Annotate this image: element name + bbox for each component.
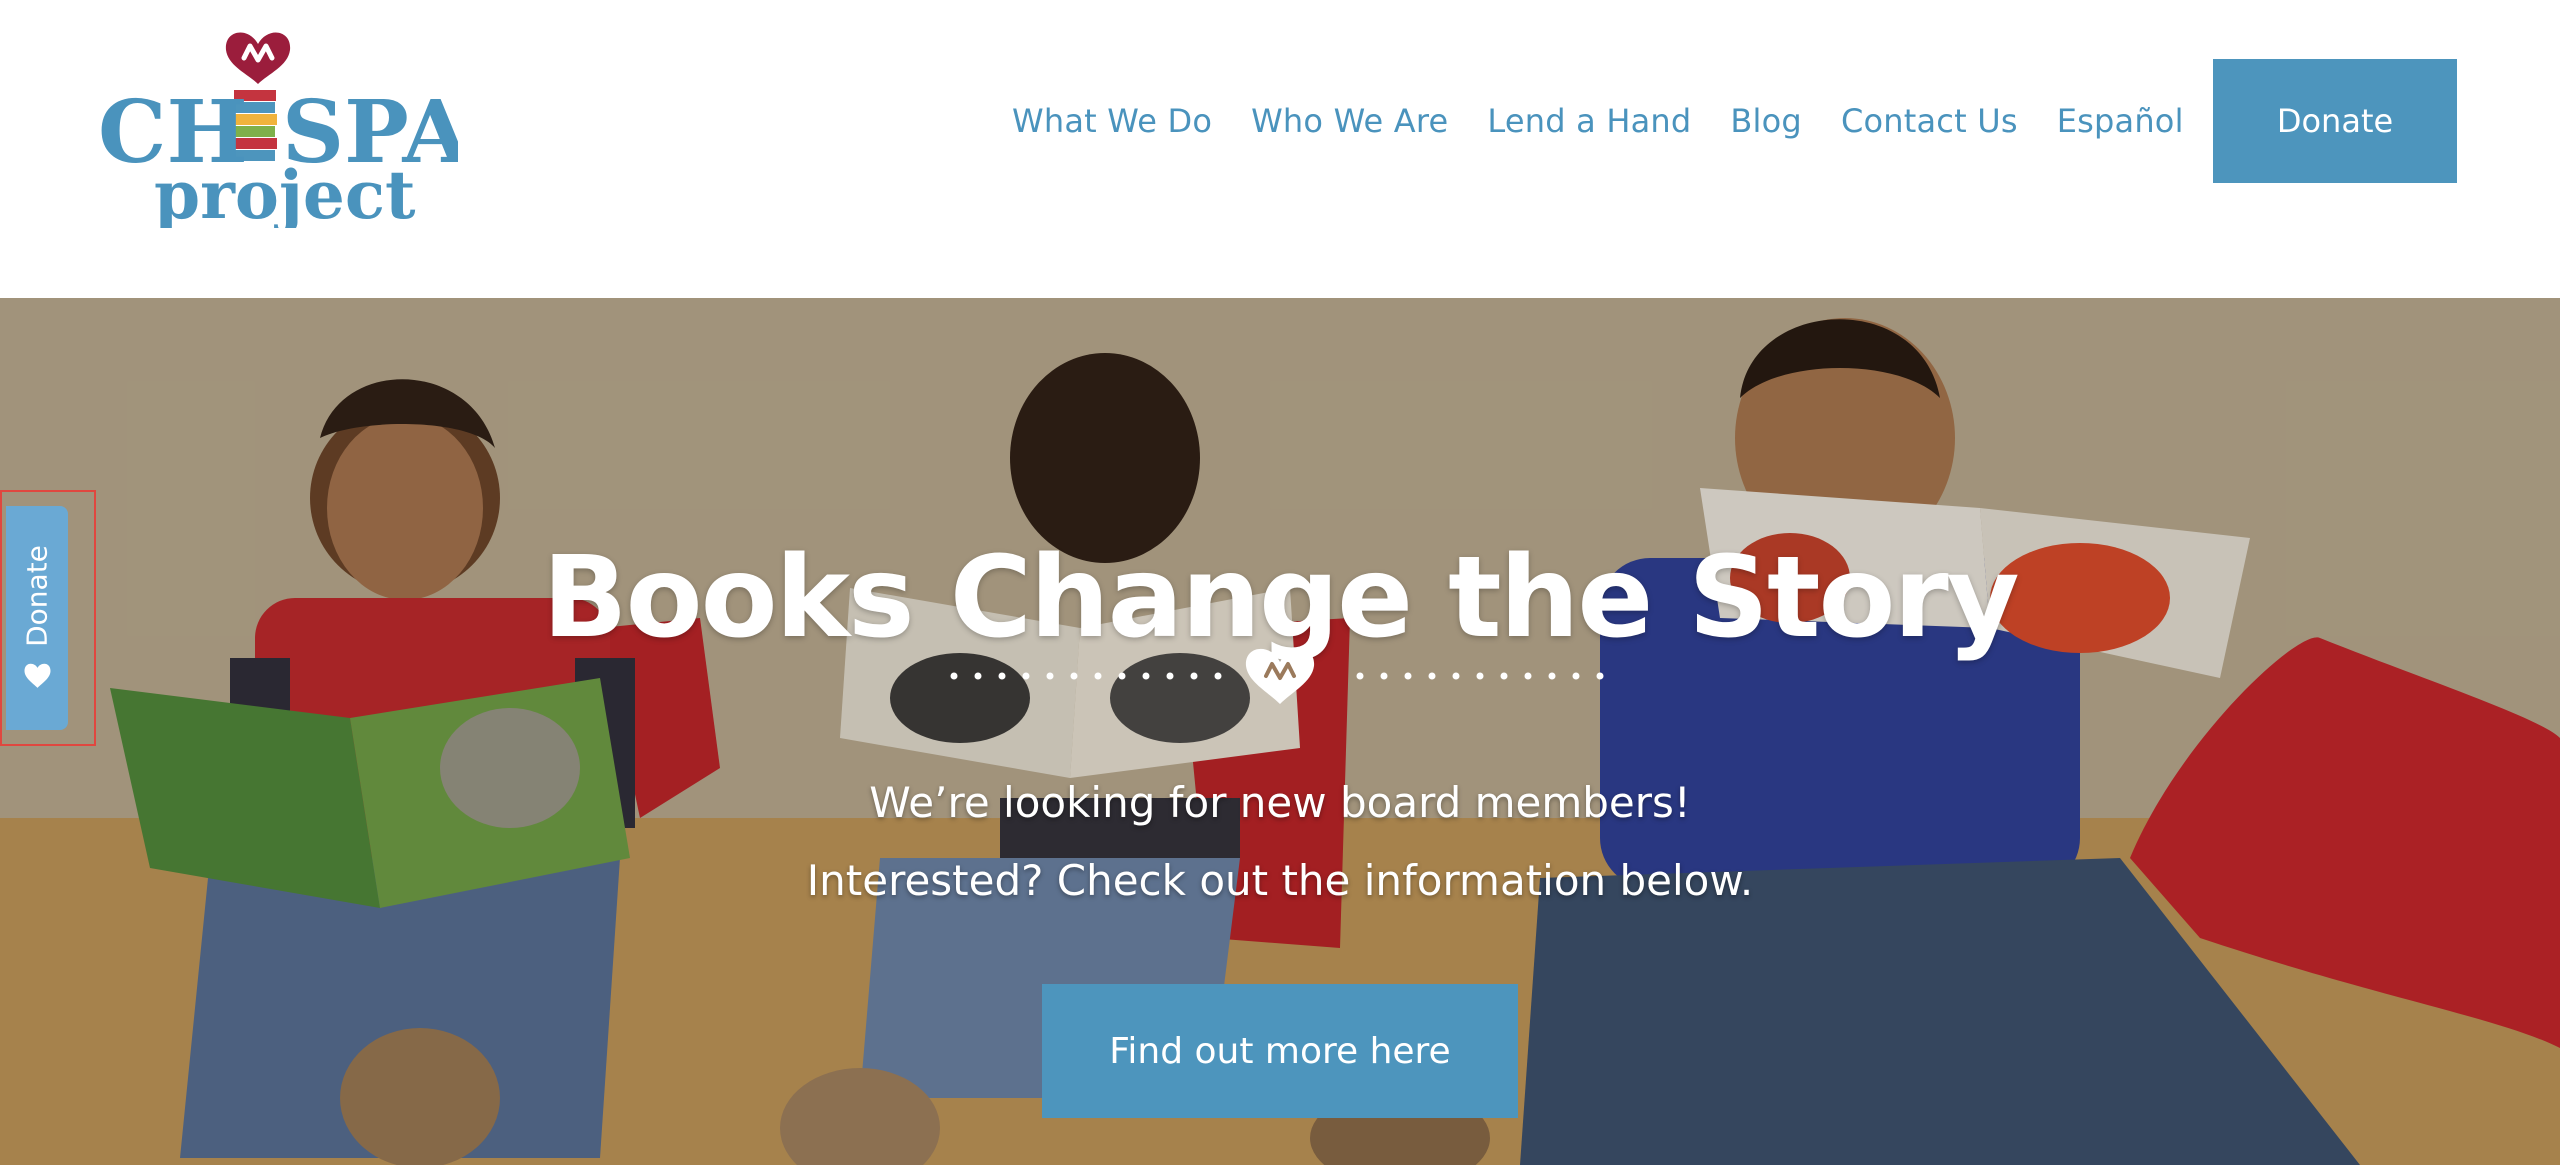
nav-what-we-do[interactable]: What We Do <box>1012 102 1212 140</box>
hero-subtitle-line2: Interested? Check out the information be… <box>806 856 1754 905</box>
logo-text-project: project <box>154 156 416 228</box>
nav-espanol[interactable]: Español <box>2057 102 2184 140</box>
decorative-divider <box>950 648 1604 704</box>
main-nav: What We Do Who We Are Lend a Hand Blog C… <box>1012 96 2184 146</box>
side-donate-content: Donate <box>21 545 54 691</box>
site-header: CH SPA project What We Do Who We Are Len… <box>0 0 2560 298</box>
nav-blog[interactable]: Blog <box>1730 102 1802 140</box>
side-donate-tab[interactable]: Donate <box>6 506 68 730</box>
find-out-more-button[interactable]: Find out more here <box>1042 984 1518 1118</box>
heart-icon <box>24 663 50 688</box>
nav-who-we-are[interactable]: Who We Are <box>1251 102 1448 140</box>
chispa-logo[interactable]: CH SPA project <box>98 18 458 228</box>
hero-section: Books Change the Story We’re looking for… <box>0 298 2560 1165</box>
hero-subtitle-line1: We’re looking for new board members! <box>869 778 1691 827</box>
donate-button[interactable]: Donate <box>2213 59 2457 183</box>
nav-contact-us[interactable]: Contact Us <box>1841 102 2018 140</box>
logo-graphic: CH SPA project <box>98 32 458 228</box>
heart-icon <box>1245 648 1315 704</box>
nav-lend-a-hand[interactable]: Lend a Hand <box>1487 102 1691 140</box>
side-donate-label: Donate <box>20 545 54 647</box>
